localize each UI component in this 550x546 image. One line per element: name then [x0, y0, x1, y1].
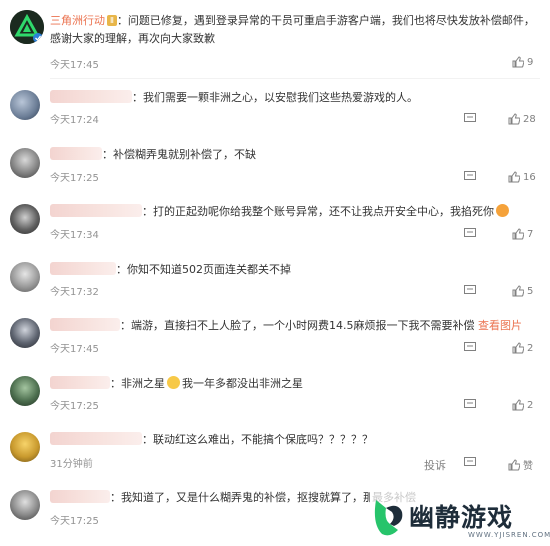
thumb-up-icon: [508, 113, 520, 125]
vip-badge: Ⅱ: [107, 15, 117, 26]
share-icon: [464, 399, 476, 408]
comment-text: ：端游，直接扫不上人脸了，一个小时网费14.5麻烦报一下我不需要补偿 查看图片: [50, 317, 536, 335]
like-button[interactable]: 5: [512, 285, 533, 297]
avatar[interactable]: [10, 10, 44, 44]
share-button[interactable]: [464, 171, 476, 182]
thumb-up-icon: [508, 171, 520, 183]
comment-time: 今天17:25: [50, 516, 99, 527]
like-button[interactable]: 2: [512, 399, 533, 411]
watermark-url: WWW.YJISREN.COM: [468, 531, 550, 539]
comment-body: ：打的正起劲呢你给我整个账号异常，还不让我点开安全中心，我掐死你: [142, 205, 494, 218]
report-button[interactable]: 投诉: [424, 457, 446, 473]
thumb-up-icon: [512, 399, 524, 411]
like-count: 28: [523, 113, 536, 125]
share-button[interactable]: [464, 457, 476, 468]
like-count: 2: [527, 399, 534, 411]
author-name-blurred[interactable]: [50, 318, 120, 331]
thumb-up-icon: [508, 458, 520, 470]
comment-body: ：我知道了，又是什么糊弄鬼的补偿，抠搜就算了，那: [110, 491, 370, 504]
comment-time: 31分钟前: [50, 459, 93, 470]
watermark-logo-icon: [374, 500, 403, 536]
comment-text: ：打的正起劲呢你给我整个账号异常，还不让我点开安全中心，我掐死你: [50, 203, 536, 221]
thumb-up-icon: [512, 342, 524, 354]
share-icon: [464, 171, 476, 180]
emoji-icon: [167, 376, 180, 389]
share-icon: [464, 228, 476, 237]
comment-body: ：非洲之星: [110, 377, 165, 390]
comment-body: ：问题已修复，遇到登录异常的干员可重启手游客户端，我们也将尽快发放补偿邮件，感谢…: [50, 14, 535, 45]
comment-time: 今天17:32: [50, 287, 99, 298]
author-name-blurred[interactable]: [50, 376, 110, 389]
avatar[interactable]: [10, 148, 40, 178]
author-name-blurred[interactable]: [50, 262, 116, 275]
share-icon: [464, 457, 476, 466]
avatar[interactable]: [10, 318, 40, 348]
avatar[interactable]: [10, 204, 40, 234]
like-count: 16: [523, 171, 536, 183]
watermark-brand: 幽静游戏: [409, 503, 514, 532]
author-name[interactable]: 三角洲行动: [50, 14, 105, 27]
share-icon: [464, 113, 476, 122]
comment-text: ：非洲之星 我一年多都没出非洲之星: [50, 375, 536, 393]
like-button[interactable]: 2: [512, 342, 533, 354]
like-button[interactable]: 7: [512, 228, 533, 240]
emoji-icon: [496, 204, 509, 217]
watermark: 幽静游戏 WWW.YJISREN.COM: [356, 490, 550, 546]
like-label: 赞: [523, 461, 533, 472]
author-name-blurred[interactable]: [50, 90, 132, 103]
avatar[interactable]: [10, 262, 40, 292]
like-count: 2: [527, 342, 534, 354]
like-button[interactable]: 赞: [508, 457, 533, 472]
comment-text: 三角洲行动 Ⅱ ：问题已修复，遇到登录异常的干员可重启手游客户端，我们也将尽快发放补…: [50, 12, 536, 48]
share-button[interactable]: [464, 342, 476, 353]
view-image-link[interactable]: 查看图片: [478, 319, 522, 332]
comment-time: 今天17:25: [50, 401, 99, 412]
comment-body: ：端游，直接扫不上人脸了，一个小时网费14.5麻烦报一下我不需要补偿: [120, 319, 475, 332]
comment-text: ：我知道了，又是什么糊弄鬼的补偿，抠搜就算了，那: [50, 489, 370, 507]
comment-body-2: 我一年多都没出非洲之星: [182, 377, 303, 390]
thumb-up-icon: [512, 56, 524, 68]
author-name-blurred[interactable]: [50, 490, 110, 503]
avatar[interactable]: [10, 490, 40, 520]
share-button[interactable]: [464, 113, 476, 124]
divider: [50, 78, 540, 79]
comment-text: ：补偿糊弄鬼就别补偿了，不缺: [50, 146, 536, 164]
comment-text: ：我们需要一颗非洲之心，以安慰我们这些热爱游戏的人。: [50, 89, 536, 107]
comment-body: ：补偿糊弄鬼就别补偿了，不缺: [102, 148, 256, 161]
comment-time: 今天17:45: [50, 60, 99, 71]
comment-text: ：你知不知道502页面连关都关不掉: [50, 261, 536, 279]
comment-time: 今天17:45: [50, 344, 99, 355]
like-count: 7: [527, 228, 534, 240]
like-count: 5: [527, 285, 534, 297]
avatar[interactable]: [10, 432, 40, 462]
author-name-blurred[interactable]: [50, 147, 102, 160]
comment-body: ：联动红这么难出，不能搞个保底吗？？？？？: [142, 433, 373, 446]
like-button[interactable]: 9: [512, 56, 533, 68]
share-button[interactable]: [464, 285, 476, 296]
avatar[interactable]: [10, 376, 40, 406]
comment-time: 今天17:24: [50, 115, 99, 126]
share-icon: [464, 285, 476, 294]
like-count: 9: [527, 56, 534, 68]
comment-text: ：联动红这么难出，不能搞个保底吗？？？？？: [50, 431, 536, 449]
author-name-blurred[interactable]: [50, 204, 142, 217]
comment-body: ：我们需要一颗非洲之心，以安慰我们这些热爱游戏的人。: [132, 91, 418, 104]
share-button[interactable]: [464, 228, 476, 239]
comment-time: 今天17:25: [50, 173, 99, 184]
thumb-up-icon: [512, 285, 524, 297]
like-button[interactable]: 16: [508, 171, 536, 183]
share-button[interactable]: [464, 399, 476, 410]
like-button[interactable]: 28: [508, 113, 536, 125]
comment-time: 今天17:34: [50, 230, 99, 241]
author-name-blurred[interactable]: [50, 432, 142, 445]
thumb-up-icon: [512, 228, 524, 240]
share-icon: [464, 342, 476, 351]
comment-body: ：你知不知道502页面连关都关不掉: [116, 263, 291, 276]
avatar[interactable]: [10, 90, 40, 120]
report-label: 投诉: [424, 459, 446, 472]
